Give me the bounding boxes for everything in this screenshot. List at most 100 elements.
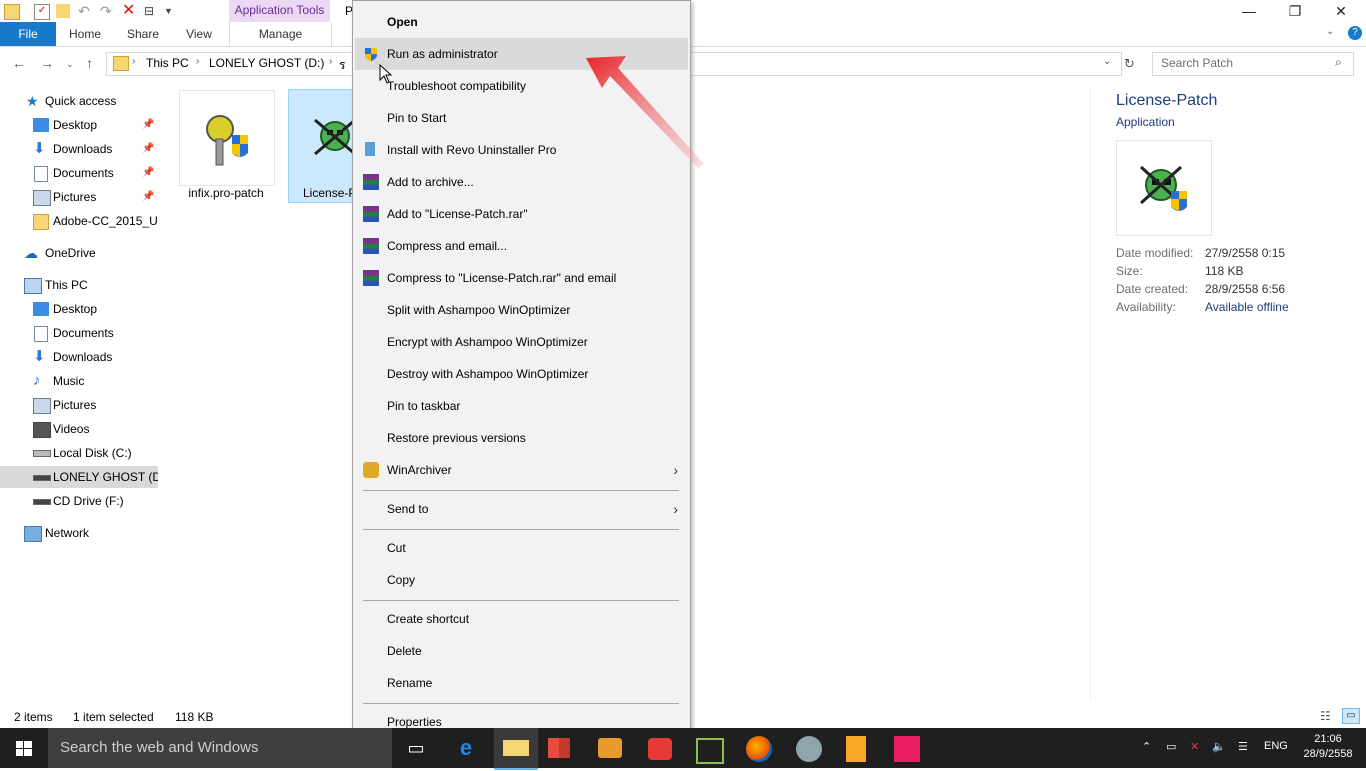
store-icon[interactable] <box>548 738 570 758</box>
media-player-icon[interactable] <box>598 738 622 758</box>
language-indicator[interactable]: ENG <box>1264 740 1288 752</box>
app-pink-icon[interactable] <box>894 736 920 762</box>
file-item[interactable]: infix.pro-patch <box>178 90 275 202</box>
tab-file[interactable]: File <box>0 22 56 46</box>
pin-icon[interactable]: 📌 <box>142 162 154 184</box>
breadcrumb-drive[interactable]: LONELY GHOST (D:) <box>209 56 324 70</box>
menu-item-add-archive[interactable]: Add to archive... <box>355 166 688 198</box>
nav-label: Downloads <box>53 142 113 156</box>
key-icon <box>206 115 248 166</box>
app-globe-icon[interactable] <box>796 736 822 762</box>
nav-qa-adobe[interactable]: Adobe-CC_2015_Ur <box>0 210 158 232</box>
recent-locations-icon[interactable]: ⌄ <box>66 59 74 70</box>
refresh-icon[interactable]: ↻ <box>1124 56 1135 72</box>
menu-separator <box>363 600 679 601</box>
tab-home[interactable]: Home <box>62 22 108 46</box>
nav-drive-d[interactable]: LONELY GHOST (D:) <box>0 466 158 488</box>
action-center-icon[interactable]: ☰ <box>1238 740 1248 753</box>
tab-view[interactable]: View <box>180 22 218 46</box>
menu-item-copy[interactable]: Copy <box>355 564 688 596</box>
menu-item-delete[interactable]: Delete <box>355 635 688 667</box>
redo-icon[interactable]: ↷ <box>100 4 114 18</box>
tray-expand-icon[interactable]: ⌃ <box>1142 740 1151 753</box>
back-icon[interactable]: ← <box>12 55 26 71</box>
app-red-icon[interactable] <box>648 738 672 760</box>
tab-manage[interactable]: Manage <box>229 22 332 46</box>
delete-icon[interactable]: ✕ <box>122 3 136 19</box>
start-button[interactable] <box>0 728 48 768</box>
pin-icon[interactable]: 📌 <box>142 186 154 208</box>
up-icon[interactable]: ↑ <box>86 55 93 71</box>
nav-quick-access[interactable]: ★ Quick access <box>0 90 158 112</box>
nav-pc-videos[interactable]: Videos <box>0 418 158 440</box>
nav-pc-downloads[interactable]: ⬇ Downloads <box>0 346 158 368</box>
firefox-icon[interactable] <box>746 736 772 762</box>
nav-pc-documents[interactable]: Documents <box>0 322 158 344</box>
pin-icon[interactable]: 📌 <box>142 138 154 160</box>
battery-icon[interactable]: ▭ <box>1166 740 1176 753</box>
menu-item-restore-versions[interactable]: Restore previous versions <box>355 422 688 454</box>
menu-item-cut[interactable]: Cut <box>355 532 688 564</box>
nav-pc-desktop[interactable]: Desktop <box>0 298 158 320</box>
menu-item-open[interactable]: Open <box>355 6 688 38</box>
breadcrumb-this-pc[interactable]: This PC <box>146 56 189 70</box>
nav-pc-music[interactable]: ♪ Music <box>0 370 158 392</box>
file-item-selected[interactable]: License-P <box>288 89 356 203</box>
new-folder-icon[interactable] <box>56 4 70 18</box>
nav-onedrive[interactable]: ☁ OneDrive <box>0 242 158 264</box>
file-name: License-P <box>303 186 356 200</box>
address-dropdown-icon[interactable]: ⌄ <box>1103 56 1111 67</box>
nav-cd-drive-f[interactable]: CD Drive (F:) <box>0 490 158 512</box>
breadcrumb-folder[interactable]: ร <box>339 56 345 75</box>
help-icon[interactable]: ? <box>1348 26 1362 40</box>
menu-item-send-to[interactable]: Send to › <box>355 493 688 525</box>
file-explorer-taskbar-button[interactable] <box>494 728 538 770</box>
clock[interactable]: 21:06 28/9/2558 <box>1300 732 1356 762</box>
selection-size: 118 KB <box>175 710 214 724</box>
nav-qa-documents[interactable]: Documents 📌 <box>0 162 158 184</box>
app-green-icon[interactable] <box>696 738 724 764</box>
volume-icon[interactable]: 🔈 <box>1212 740 1226 753</box>
search-input[interactable]: Search Patch ⌕ <box>1152 52 1354 76</box>
taskbar-search-input[interactable]: Search the web and Windows <box>48 728 392 768</box>
rename-icon[interactable]: ⊟ <box>144 4 158 18</box>
close-button[interactable]: ✕ <box>1318 0 1364 22</box>
menu-item-compress-rar-email[interactable]: Compress to "License-Patch.rar" and emai… <box>355 262 688 294</box>
menu-item-rename[interactable]: Rename <box>355 667 688 699</box>
nav-pc-pictures[interactable]: Pictures <box>0 394 158 416</box>
nav-qa-downloads[interactable]: ⬇ Downloads 📌 <box>0 138 158 160</box>
forward-icon[interactable]: → <box>40 55 54 71</box>
task-view-icon[interactable]: ▭ <box>402 734 430 762</box>
edge-icon[interactable]: e <box>452 734 480 762</box>
menu-item-add-to-rar[interactable]: Add to "License-Patch.rar" <box>355 198 688 230</box>
network-status-icon[interactable]: ✕ <box>1190 740 1199 753</box>
pin-icon[interactable]: 📌 <box>142 114 154 136</box>
nav-qa-pictures[interactable]: Pictures 📌 <box>0 186 158 208</box>
minimize-button[interactable]: — <box>1226 0 1272 22</box>
desktop-icon <box>33 118 49 132</box>
qat-dropdown-icon[interactable]: ▼ <box>164 4 178 18</box>
menu-item-ashampoo-split[interactable]: Split with Ashampoo WinOptimizer <box>355 294 688 326</box>
menu-item-compress-email[interactable]: Compress and email... <box>355 230 688 262</box>
maximize-button[interactable]: ❐ <box>1272 0 1318 22</box>
menu-item-pin-to-taskbar[interactable]: Pin to taskbar <box>355 390 688 422</box>
nav-network[interactable]: Network <box>0 522 158 544</box>
nav-qa-desktop[interactable]: Desktop 📌 <box>0 114 158 136</box>
menu-item-winarchiver[interactable]: WinArchiver › <box>355 454 688 486</box>
folder-icon[interactable] <box>4 4 20 20</box>
status-bar: 2 items 1 item selected 118 KB ☷ ▭ <box>0 706 1366 728</box>
breadcrumb-separator-icon: › <box>329 56 333 67</box>
menu-item-create-shortcut[interactable]: Create shortcut <box>355 603 688 635</box>
nav-this-pc[interactable]: This PC <box>0 274 158 296</box>
large-icons-view-icon[interactable]: ▭ <box>1342 708 1360 724</box>
cloud-icon: ☁ <box>24 245 38 261</box>
expand-ribbon-icon[interactable]: ⌄ <box>1326 26 1334 37</box>
undo-icon[interactable]: ↶ <box>78 4 92 18</box>
properties-icon[interactable]: ✓ <box>34 4 50 20</box>
tab-share[interactable]: Share <box>122 22 164 46</box>
nav-local-disk-c[interactable]: Local Disk (C:) <box>0 442 158 464</box>
menu-item-ashampoo-destroy[interactable]: Destroy with Ashampoo WinOptimizer <box>355 358 688 390</box>
app-yellow-icon[interactable] <box>846 736 866 762</box>
details-view-icon[interactable]: ☷ <box>1320 709 1336 723</box>
menu-item-ashampoo-encrypt[interactable]: Encrypt with Ashampoo WinOptimizer <box>355 326 688 358</box>
